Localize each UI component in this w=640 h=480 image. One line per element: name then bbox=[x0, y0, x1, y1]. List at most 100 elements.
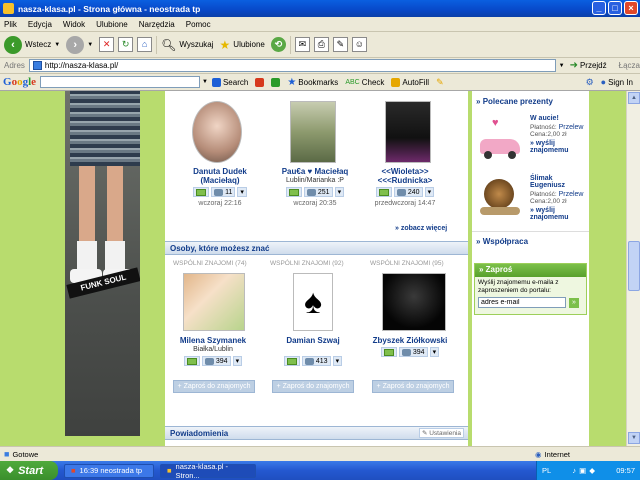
invite-friend-button[interactable]: + Zaproś do znajomych bbox=[372, 380, 454, 393]
close-button[interactable]: × bbox=[624, 1, 638, 15]
google-settings-button[interactable] bbox=[271, 77, 281, 87]
friends-count[interactable]: 394 bbox=[201, 356, 231, 366]
send-gift-link[interactable]: » wyślij znajomemu bbox=[530, 140, 588, 154]
chevron-down-icon: ▾ bbox=[432, 349, 437, 356]
messenger-icon[interactable]: ☺ bbox=[351, 37, 367, 52]
gift-name[interactable]: Ślimak Eugeniusz bbox=[530, 175, 588, 189]
price-value: 2,00 zł bbox=[547, 198, 567, 205]
friends-count[interactable]: 11 bbox=[211, 187, 236, 197]
more-dropdown[interactable]: ▾ bbox=[232, 356, 243, 366]
person-name[interactable]: Milena Szymanek bbox=[173, 336, 253, 345]
more-dropdown[interactable]: ▾ bbox=[429, 347, 440, 357]
bookmarks-button[interactable]: ★ Bookmarks bbox=[287, 77, 338, 88]
stop-icon[interactable]: ✕ bbox=[99, 37, 115, 52]
see-more-link[interactable]: » zobacz więcej bbox=[395, 225, 447, 232]
send-gift-link[interactable]: » wyślij znajomemu bbox=[530, 207, 588, 221]
maximize-button[interactable]: □ bbox=[608, 1, 622, 15]
highlight-button[interactable]: ✎ bbox=[436, 77, 444, 88]
search-button[interactable]: 🔍︎ Wyszukaj bbox=[161, 38, 213, 52]
menu-item-plik[interactable]: Plik bbox=[4, 20, 17, 29]
menu-item-pomoc[interactable]: Pomoc bbox=[186, 20, 211, 29]
person-card: Zbyszek Ziółkowski 394 ▾ bbox=[370, 273, 450, 357]
autofill-button[interactable]: AutoFill bbox=[391, 77, 429, 87]
friend-avatar[interactable] bbox=[385, 101, 431, 163]
language-indicator[interactable]: PL bbox=[542, 466, 551, 475]
friends-count[interactable]: 251 bbox=[303, 187, 333, 197]
friends-count[interactable]: 240 bbox=[393, 187, 423, 197]
more-dropdown[interactable]: ▾ bbox=[332, 356, 343, 366]
start-button[interactable]: ❖ Start bbox=[0, 461, 58, 480]
friend-avatar[interactable] bbox=[192, 101, 242, 163]
edit-icon[interactable]: ✎ bbox=[332, 37, 348, 52]
message-button[interactable] bbox=[283, 356, 300, 366]
taskbar-item[interactable]: ■ 16:39 neostrada tp bbox=[64, 463, 154, 478]
network-icon[interactable]: ▣ bbox=[579, 466, 586, 475]
back-button[interactable]: ‹ Wstecz ▼ bbox=[4, 35, 60, 54]
menu-item-widok[interactable]: Widok bbox=[63, 20, 85, 29]
google-signin-button[interactable]: ● Sign In bbox=[601, 77, 633, 87]
url-dropdown-icon[interactable]: ▼ bbox=[559, 63, 565, 69]
google-wrench-button[interactable]: ⚙ bbox=[586, 77, 594, 88]
friend-avatar[interactable] bbox=[290, 101, 336, 163]
message-button[interactable] bbox=[375, 187, 392, 197]
google-search-input[interactable] bbox=[40, 76, 201, 88]
message-button[interactable] bbox=[193, 187, 210, 197]
go-button[interactable]: Przejdź bbox=[580, 61, 607, 70]
gift-image[interactable]: ♥ bbox=[476, 113, 526, 163]
page-scrollbar[interactable]: ▲ ▼ bbox=[626, 91, 640, 446]
spellcheck-button[interactable]: ABC Check bbox=[345, 78, 384, 87]
message-button[interactable] bbox=[183, 356, 200, 366]
more-dropdown[interactable]: ▾ bbox=[334, 187, 345, 197]
history-icon[interactable]: ⟲ bbox=[270, 37, 286, 52]
favorites-button[interactable]: ★ Ulubione bbox=[220, 38, 265, 52]
forward-button[interactable]: › ▼ bbox=[66, 35, 93, 54]
shield-icon[interactable]: ◆ bbox=[589, 466, 595, 475]
person-name[interactable]: Damian Szwaj bbox=[273, 336, 353, 345]
friends-count[interactable]: 413 bbox=[301, 356, 331, 366]
message-button[interactable] bbox=[380, 347, 397, 357]
invite-label: Zaproś do znajomych bbox=[183, 383, 251, 390]
invite-friend-button[interactable]: + Zaproś do znajomych bbox=[173, 380, 255, 393]
chevron-down-icon[interactable]: ▼ bbox=[202, 79, 208, 85]
scroll-up-icon[interactable]: ▲ bbox=[628, 92, 640, 104]
refresh-icon[interactable]: ↻ bbox=[118, 37, 134, 52]
links-label[interactable]: Łącza bbox=[619, 61, 640, 70]
person-avatar[interactable]: ♠ bbox=[293, 273, 333, 331]
minimize-button[interactable]: _ bbox=[592, 1, 606, 15]
menu-item-narzedzia[interactable]: Narzędzia bbox=[139, 20, 175, 29]
gift-image[interactable] bbox=[480, 177, 522, 219]
volume-icon[interactable]: ♪ bbox=[572, 466, 576, 475]
double-chevron-icon: » bbox=[395, 225, 399, 232]
print-icon[interactable]: ⎙ bbox=[313, 37, 329, 52]
friend-name[interactable]: Pau€a ♥ Maciełaq bbox=[275, 167, 355, 176]
scroll-down-icon[interactable]: ▼ bbox=[628, 432, 640, 444]
cooperation-link[interactable]: » Współpraca bbox=[476, 237, 528, 246]
home-icon[interactable]: ⌂ bbox=[137, 37, 153, 52]
friend-name[interactable]: <<Wioleta>> <<<Rudnicka> bbox=[365, 167, 445, 185]
taskbar-item-active[interactable]: ■ nasza-klasa.pl - Stron... bbox=[160, 462, 256, 480]
mail-icon[interactable]: ✉ bbox=[294, 37, 310, 52]
gift-name[interactable]: W aucie! bbox=[530, 115, 588, 122]
friends-count[interactable]: 394 bbox=[398, 347, 428, 357]
settings-button[interactable]: ✎ Ustawienia bbox=[418, 428, 464, 438]
invite-send-button[interactable]: » bbox=[569, 297, 579, 308]
go-arrow-icon[interactable]: ➜ bbox=[570, 60, 578, 71]
menu-item-ulubione[interactable]: Ulubione bbox=[96, 20, 128, 29]
invite-email-input[interactable] bbox=[478, 297, 566, 308]
person-name[interactable]: Zbyszek Ziółkowski bbox=[370, 336, 450, 345]
person-avatar[interactable] bbox=[183, 273, 245, 331]
friend-name[interactable]: Danuta Dudek (Maciełaq) bbox=[180, 167, 260, 185]
google-plus-button[interactable] bbox=[255, 77, 265, 87]
profile-photo[interactable]: FUNK SOUL bbox=[65, 91, 140, 436]
clock[interactable]: 09:57 bbox=[616, 466, 635, 475]
scroll-thumb[interactable] bbox=[628, 241, 640, 291]
more-dropdown[interactable]: ▾ bbox=[237, 187, 247, 197]
menu-item-edycja[interactable]: Edycja bbox=[28, 20, 52, 29]
more-dropdown[interactable]: ▾ bbox=[424, 187, 435, 197]
invite-friend-button[interactable]: + Zaproś do znajomych bbox=[272, 380, 354, 393]
url-input[interactable]: http://nasza-klasa.pl/ bbox=[28, 59, 556, 72]
google-search-button[interactable]: Search bbox=[211, 77, 248, 87]
payment-label: Płatność: bbox=[530, 191, 557, 198]
message-button[interactable] bbox=[285, 187, 302, 197]
person-avatar[interactable] bbox=[382, 273, 446, 331]
